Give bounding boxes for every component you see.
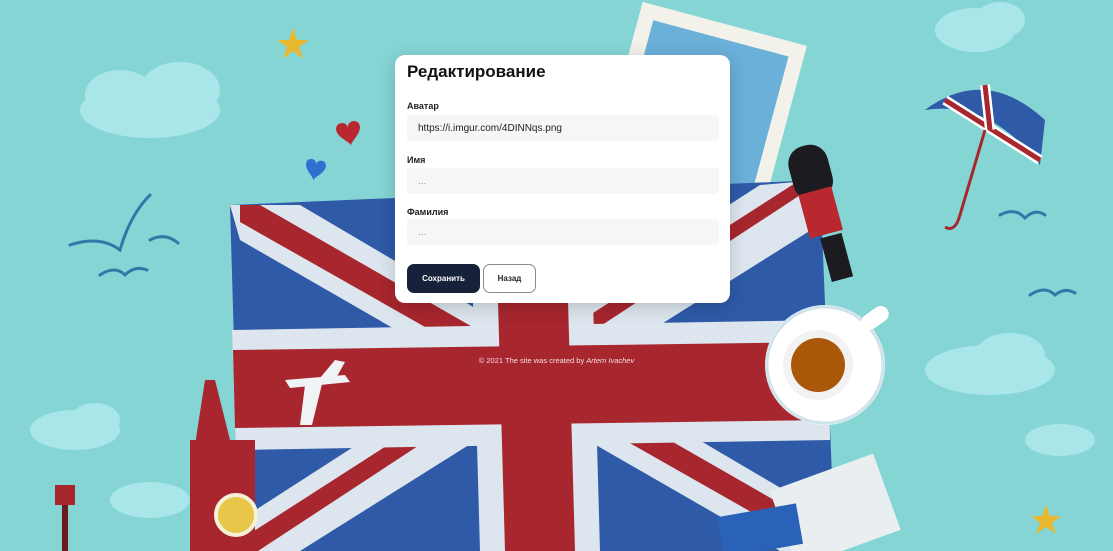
back-button[interactable]: Назад [483,264,536,293]
footer-text: © 2021 The site was created by [478,356,587,365]
first-name-input[interactable] [407,168,719,194]
last-name-label: Фамилия [407,207,449,217]
avatar-label: Аватар [407,101,439,111]
last-name-input[interactable] [407,219,719,245]
save-button[interactable]: Сохранить [407,264,480,293]
footer-author: Artem Ivachev [586,356,635,365]
avatar-input[interactable] [407,115,719,141]
edit-profile-card: Редактирование Аватар Имя Фамилия Сохран… [395,55,730,303]
footer-credit: © 2021 The site was created by Artem Iva… [0,356,1113,365]
page-title: Редактирование [407,62,546,81]
first-name-label: Имя [407,155,426,165]
